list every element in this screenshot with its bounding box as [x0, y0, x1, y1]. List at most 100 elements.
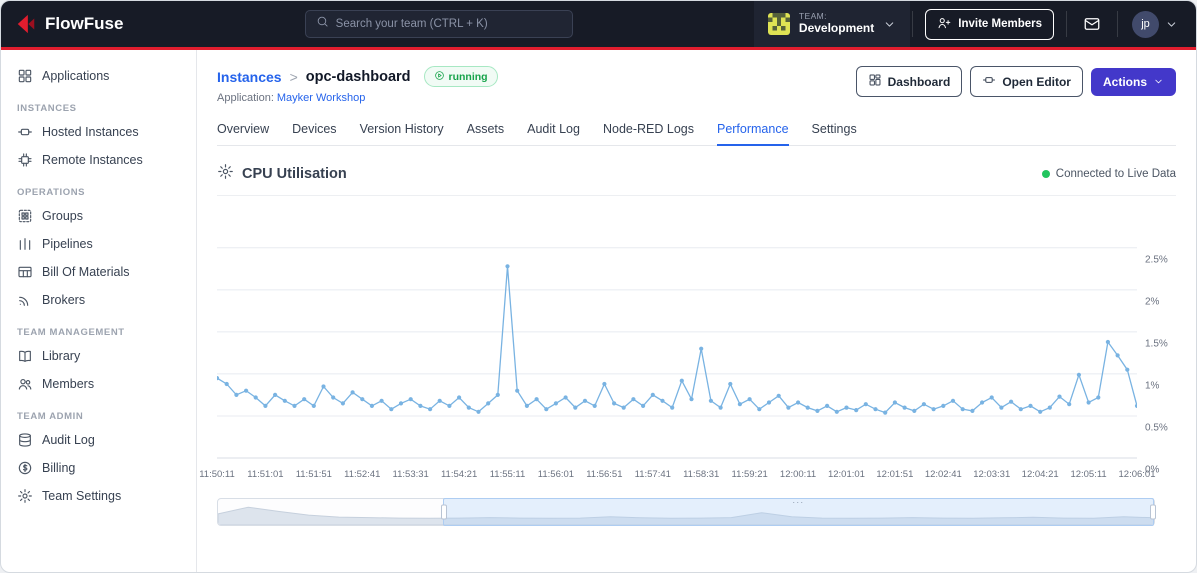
brand-name: FlowFuse [45, 14, 124, 33]
sidebar-item-groups[interactable]: Groups [1, 202, 196, 230]
groups-icon [17, 208, 33, 224]
x-tick-label: 11:58:31 [683, 469, 720, 480]
sidebar-item-label: Billing [42, 461, 76, 475]
y-tick-label: 2.5% [1145, 254, 1168, 266]
invite-members-button[interactable]: Invite Members [925, 8, 1054, 40]
divider [1066, 11, 1067, 37]
navigator-grip[interactable] [792, 499, 804, 506]
brand[interactable]: FlowFuse [15, 13, 123, 35]
tab-performance[interactable]: Performance [716, 122, 789, 146]
members-icon [17, 376, 33, 392]
x-tick-label: 12:02:41 [924, 469, 962, 480]
y-tick-label: 1.5% [1145, 338, 1168, 350]
x-tick-label: 12:05:11 [1070, 469, 1107, 480]
tab-bar: Overview Devices Version History Assets Audi… [217, 122, 1176, 146]
chevron-down-icon [1165, 18, 1178, 31]
chevron-down-icon [1153, 76, 1164, 87]
sidebar-item-library[interactable]: Library [1, 342, 196, 370]
navigator-selection[interactable] [440, 498, 1156, 526]
sidebar-item-label: Bill Of Materials [42, 265, 130, 279]
x-tick-label: 12:00:11 [779, 469, 817, 480]
sidebar-item-pipelines[interactable]: Pipelines [1, 230, 196, 258]
dashboard-button[interactable]: Dashboard [855, 66, 963, 97]
sidebar-item-applications[interactable]: Applications [1, 62, 196, 90]
application-link[interactable]: Mayker Workshop [277, 92, 365, 104]
sidebar-item-label: Members [42, 377, 95, 391]
performance-header: CPU Utilisation Connected to Live Data [217, 163, 1176, 196]
sidebar-item-audit-log[interactable]: Audit Log [1, 426, 196, 454]
x-tick-label: 11:52:41 [344, 469, 381, 480]
breadcrumb-instances-link[interactable]: Instances [217, 69, 282, 85]
x-tick-label: 12:03:31 [973, 469, 1011, 480]
x-tick-label: 12:06:01 [1118, 469, 1156, 480]
user-avatar: jp [1132, 10, 1159, 38]
user-plus-icon [937, 16, 951, 33]
user-menu[interactable]: jp [1120, 10, 1182, 38]
status-text: running [448, 70, 488, 83]
live-status-dot [1041, 169, 1050, 178]
status-badge: running [423, 66, 498, 87]
billing-icon [17, 460, 33, 476]
navigator-left-handle[interactable] [440, 504, 447, 520]
x-tick-label: 11:56:51 [586, 469, 623, 480]
mail-icon [1083, 15, 1101, 33]
brokers-icon [17, 292, 33, 308]
tab-node-red-logs[interactable]: Node-RED Logs [603, 122, 694, 145]
breadcrumb: Instances > opc-dashboard running [217, 66, 498, 87]
sidebar: Applications INSTANCES Hosted Instances Rem… [1, 50, 197, 572]
hosted-instances-icon [17, 124, 33, 140]
sidebar-item-team-settings[interactable]: Team Settings [1, 482, 196, 510]
navigator-right-handle[interactable] [1149, 504, 1156, 520]
x-tick-label: 11:56:01 [537, 469, 575, 480]
y-tick-label: 0.5% [1145, 422, 1168, 434]
y-tick-label: 2% [1145, 296, 1160, 308]
instance-name: opc-dashboard [305, 68, 411, 85]
sidebar-item-label: Team Settings [42, 489, 122, 503]
section-title: CPU Utilisation [217, 163, 347, 184]
chart-range-navigator[interactable] [217, 498, 1156, 526]
chevron-down-icon [883, 18, 896, 31]
x-axis: 11:50:11 11:51:01 11:51:51 11:52:41 11:53:31… [199, 466, 1155, 486]
cpu-utilisation-chart: 0% 0.5% 1% 1.5% 2% 2.5% 11:50:11 11:51:01 11:51… [199, 208, 1176, 526]
remote-instances-icon [17, 152, 33, 168]
gear-icon [217, 163, 234, 184]
actions-button[interactable]: Actions [1090, 67, 1176, 96]
sidebar-item-members[interactable]: Members [1, 370, 196, 398]
mail-button[interactable] [1069, 15, 1115, 33]
sidebar-item-billing[interactable]: Billing [1, 454, 196, 482]
x-tick-label: 11:54:21 [440, 469, 478, 480]
sidebar-item-hosted-instances[interactable]: Hosted Instances [1, 118, 196, 146]
sidebar-item-label: Library [42, 349, 81, 363]
sidebar-item-label: Pipelines [42, 237, 93, 251]
tab-settings[interactable]: Settings [812, 122, 857, 145]
page-header: Instances > opc-dashboard running Applic… [217, 66, 1176, 104]
team-avatar-icon [767, 13, 790, 35]
search-box[interactable] [304, 10, 573, 38]
x-tick-label: 12:01:01 [827, 469, 865, 480]
open-editor-button[interactable]: Open Editor [970, 66, 1083, 97]
tab-audit-log[interactable]: Audit Log [527, 122, 580, 145]
live-status: Connected to Live Data [1041, 168, 1176, 180]
tab-devices[interactable]: Devices [292, 122, 336, 145]
divider [1117, 11, 1118, 37]
team-name: Development [798, 20, 875, 35]
sidebar-item-label: Hosted Instances [42, 125, 139, 139]
tab-overview[interactable]: Overview [217, 122, 269, 145]
search-input[interactable] [335, 18, 562, 30]
x-tick-label: 11:55:11 [489, 469, 526, 480]
bill-of-materials-icon [17, 264, 33, 280]
tab-version-history[interactable]: Version History [360, 122, 444, 145]
sidebar-section-instances: INSTANCES [17, 103, 77, 114]
x-tick-label: 12:01:51 [876, 469, 914, 480]
sidebar-item-remote-instances[interactable]: Remote Instances [1, 146, 196, 174]
x-tick-label: 12:04:21 [1021, 469, 1059, 480]
y-axis: 0% 0.5% 1% 1.5% 2% 2.5% [1145, 220, 1185, 475]
app-window: FlowFuse TEAM: Development Invite Member… [0, 0, 1197, 573]
application-label: Application: [217, 92, 274, 104]
tab-assets[interactable]: Assets [467, 122, 505, 145]
team-selector[interactable]: TEAM: Development [753, 1, 911, 47]
sidebar-item-label: Remote Instances [42, 153, 143, 167]
sidebar-item-bill-of-materials[interactable]: Bill Of Materials [1, 258, 196, 286]
sidebar-item-brokers[interactable]: Brokers [1, 286, 196, 314]
dashboard-icon [868, 73, 882, 90]
